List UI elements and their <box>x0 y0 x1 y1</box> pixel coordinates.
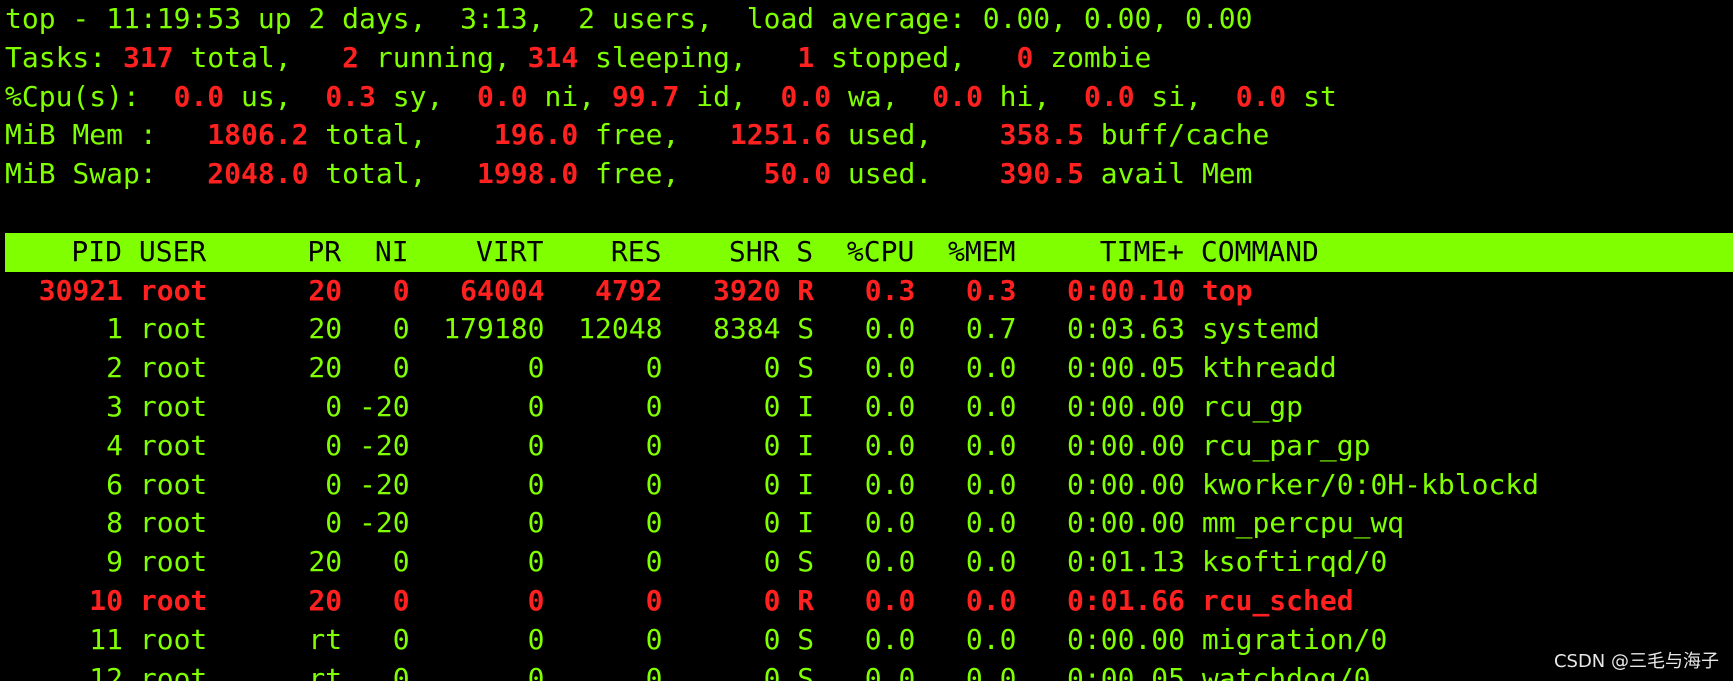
process-row[interactable]: 12 root rt 0 0 0 0 S 0.0 0.0 0:00.05 wat… <box>5 660 1733 681</box>
uptime-line: top - 11:19:53 up 2 days, 3:13, 2 users,… <box>5 0 1733 39</box>
cpu-line: %Cpu(s): 0.0 us, 0.3 sy, 0.0 ni, 99.7 id… <box>5 78 1733 117</box>
process-row[interactable]: 30921 root 20 0 64004 4792 3920 R 0.3 0.… <box>5 272 1733 311</box>
cpu-hi: 0.0 <box>932 79 983 113</box>
mem-cache: 358.5 <box>999 118 1084 152</box>
swap-line: MiB Swap: 2048.0 total, 1998.0 free, 50.… <box>5 155 1733 194</box>
tasks-stopped: 1 <box>797 40 815 74</box>
tasks-total-label: total, <box>173 40 343 74</box>
swap-used: 50.0 <box>763 157 832 191</box>
mem-cache-label: buff/cache <box>1083 118 1270 152</box>
cpu-id: 99.7 <box>611 79 680 113</box>
tasks-sleeping: 314 <box>527 40 579 74</box>
mem-total: 1806.2 <box>207 118 309 152</box>
process-row[interactable]: 4 root 0 -20 0 0 0 I 0.0 0.0 0:00.00 rcu… <box>5 427 1733 466</box>
swap-total-label: total, <box>308 157 478 191</box>
cpu-si: 0.0 <box>1083 79 1135 113</box>
process-row[interactable]: 10 root 20 0 0 0 0 R 0.0 0.0 0:01.66 rcu… <box>5 582 1733 621</box>
mem-line: MiB Mem : 1806.2 total, 196.0 free, 1251… <box>5 116 1733 155</box>
mem-free: 196.0 <box>493 118 579 152</box>
tasks-running-label: running, <box>359 40 528 74</box>
tasks-running: 2 <box>342 40 360 74</box>
mem-used-label: used, <box>831 118 1000 152</box>
tasks-zombie-label: zombie <box>1033 40 1152 74</box>
cpu-wa: 0.0 <box>780 79 832 113</box>
cpu-st: 0.0 <box>1235 79 1287 113</box>
swap-total: 2048.0 <box>207 157 309 191</box>
swap-label: MiB Swap: <box>5 157 208 191</box>
cpu-ni-label: ni, <box>527 79 612 113</box>
process-row[interactable]: 8 root 0 -20 0 0 0 I 0.0 0.0 0:00.00 mm_… <box>5 504 1733 543</box>
terminal-window[interactable]: top - 11:19:53 up 2 days, 3:13, 2 users,… <box>5 0 1733 681</box>
swap-avail: 390.5 <box>999 157 1084 191</box>
cpu-st-label: st <box>1286 79 1337 113</box>
cpu-us: 0.0 <box>173 79 225 113</box>
cpu-label: %Cpu(s): <box>5 79 174 113</box>
process-table: 30921 root 20 0 64004 4792 3920 R 0.3 0.… <box>5 272 1733 681</box>
process-row[interactable]: 6 root 0 -20 0 0 0 I 0.0 0.0 0:00.00 kwo… <box>5 466 1733 505</box>
watermark: CSDN @三毛与海子 <box>1553 651 1719 672</box>
tasks-zombie: 0 <box>1016 40 1034 74</box>
tasks-sleeping-label: sleeping, <box>578 40 798 74</box>
cpu-ni: 0.0 <box>477 79 528 113</box>
swap-free-label: free, <box>578 157 764 191</box>
process-row[interactable]: 2 root 20 0 0 0 0 S 0.0 0.0 0:00.05 kthr… <box>5 349 1733 388</box>
cpu-wa-label: wa, <box>831 79 933 113</box>
mem-total-label: total, <box>308 118 494 152</box>
cpu-us-label: us, <box>224 79 326 113</box>
swap-avail-label: avail Mem <box>1083 157 1253 191</box>
cpu-sy-label: sy, <box>375 79 478 113</box>
cpu-hi-label: hi, <box>982 79 1084 113</box>
cpu-id-label: id, <box>679 79 781 113</box>
process-row[interactable]: 1 root 20 0 179180 12048 8384 S 0.0 0.7 … <box>5 310 1733 349</box>
tasks-total: 317 <box>123 40 174 74</box>
tasks-label: Tasks: <box>5 40 124 74</box>
swap-used-label: used. <box>831 157 1000 191</box>
mem-free-label: free, <box>578 118 730 152</box>
mem-label: MiB Mem : <box>5 118 208 152</box>
mem-used: 1251.6 <box>729 118 832 152</box>
tasks-line: Tasks: 317 total, 2 running, 314 sleepin… <box>5 39 1733 78</box>
process-row[interactable]: 9 root 20 0 0 0 0 S 0.0 0.0 0:01.13 ksof… <box>5 543 1733 582</box>
uptime-text: top - 11:19:53 up 2 days, 3:13, 2 users,… <box>5 2 1253 35</box>
process-row[interactable]: 3 root 0 -20 0 0 0 I 0.0 0.0 0:00.00 rcu… <box>5 388 1733 427</box>
process-row[interactable]: 11 root rt 0 0 0 0 S 0.0 0.0 0:00.00 mig… <box>5 621 1733 660</box>
cpu-si-label: si, <box>1134 79 1236 113</box>
cpu-sy: 0.3 <box>325 79 376 113</box>
swap-free: 1998.0 <box>477 157 579 191</box>
process-table-header[interactable]: PID USER PR NI VIRT RES SHR S %CPU %MEM … <box>5 232 1733 272</box>
tasks-stopped-label: stopped, <box>814 40 1017 74</box>
